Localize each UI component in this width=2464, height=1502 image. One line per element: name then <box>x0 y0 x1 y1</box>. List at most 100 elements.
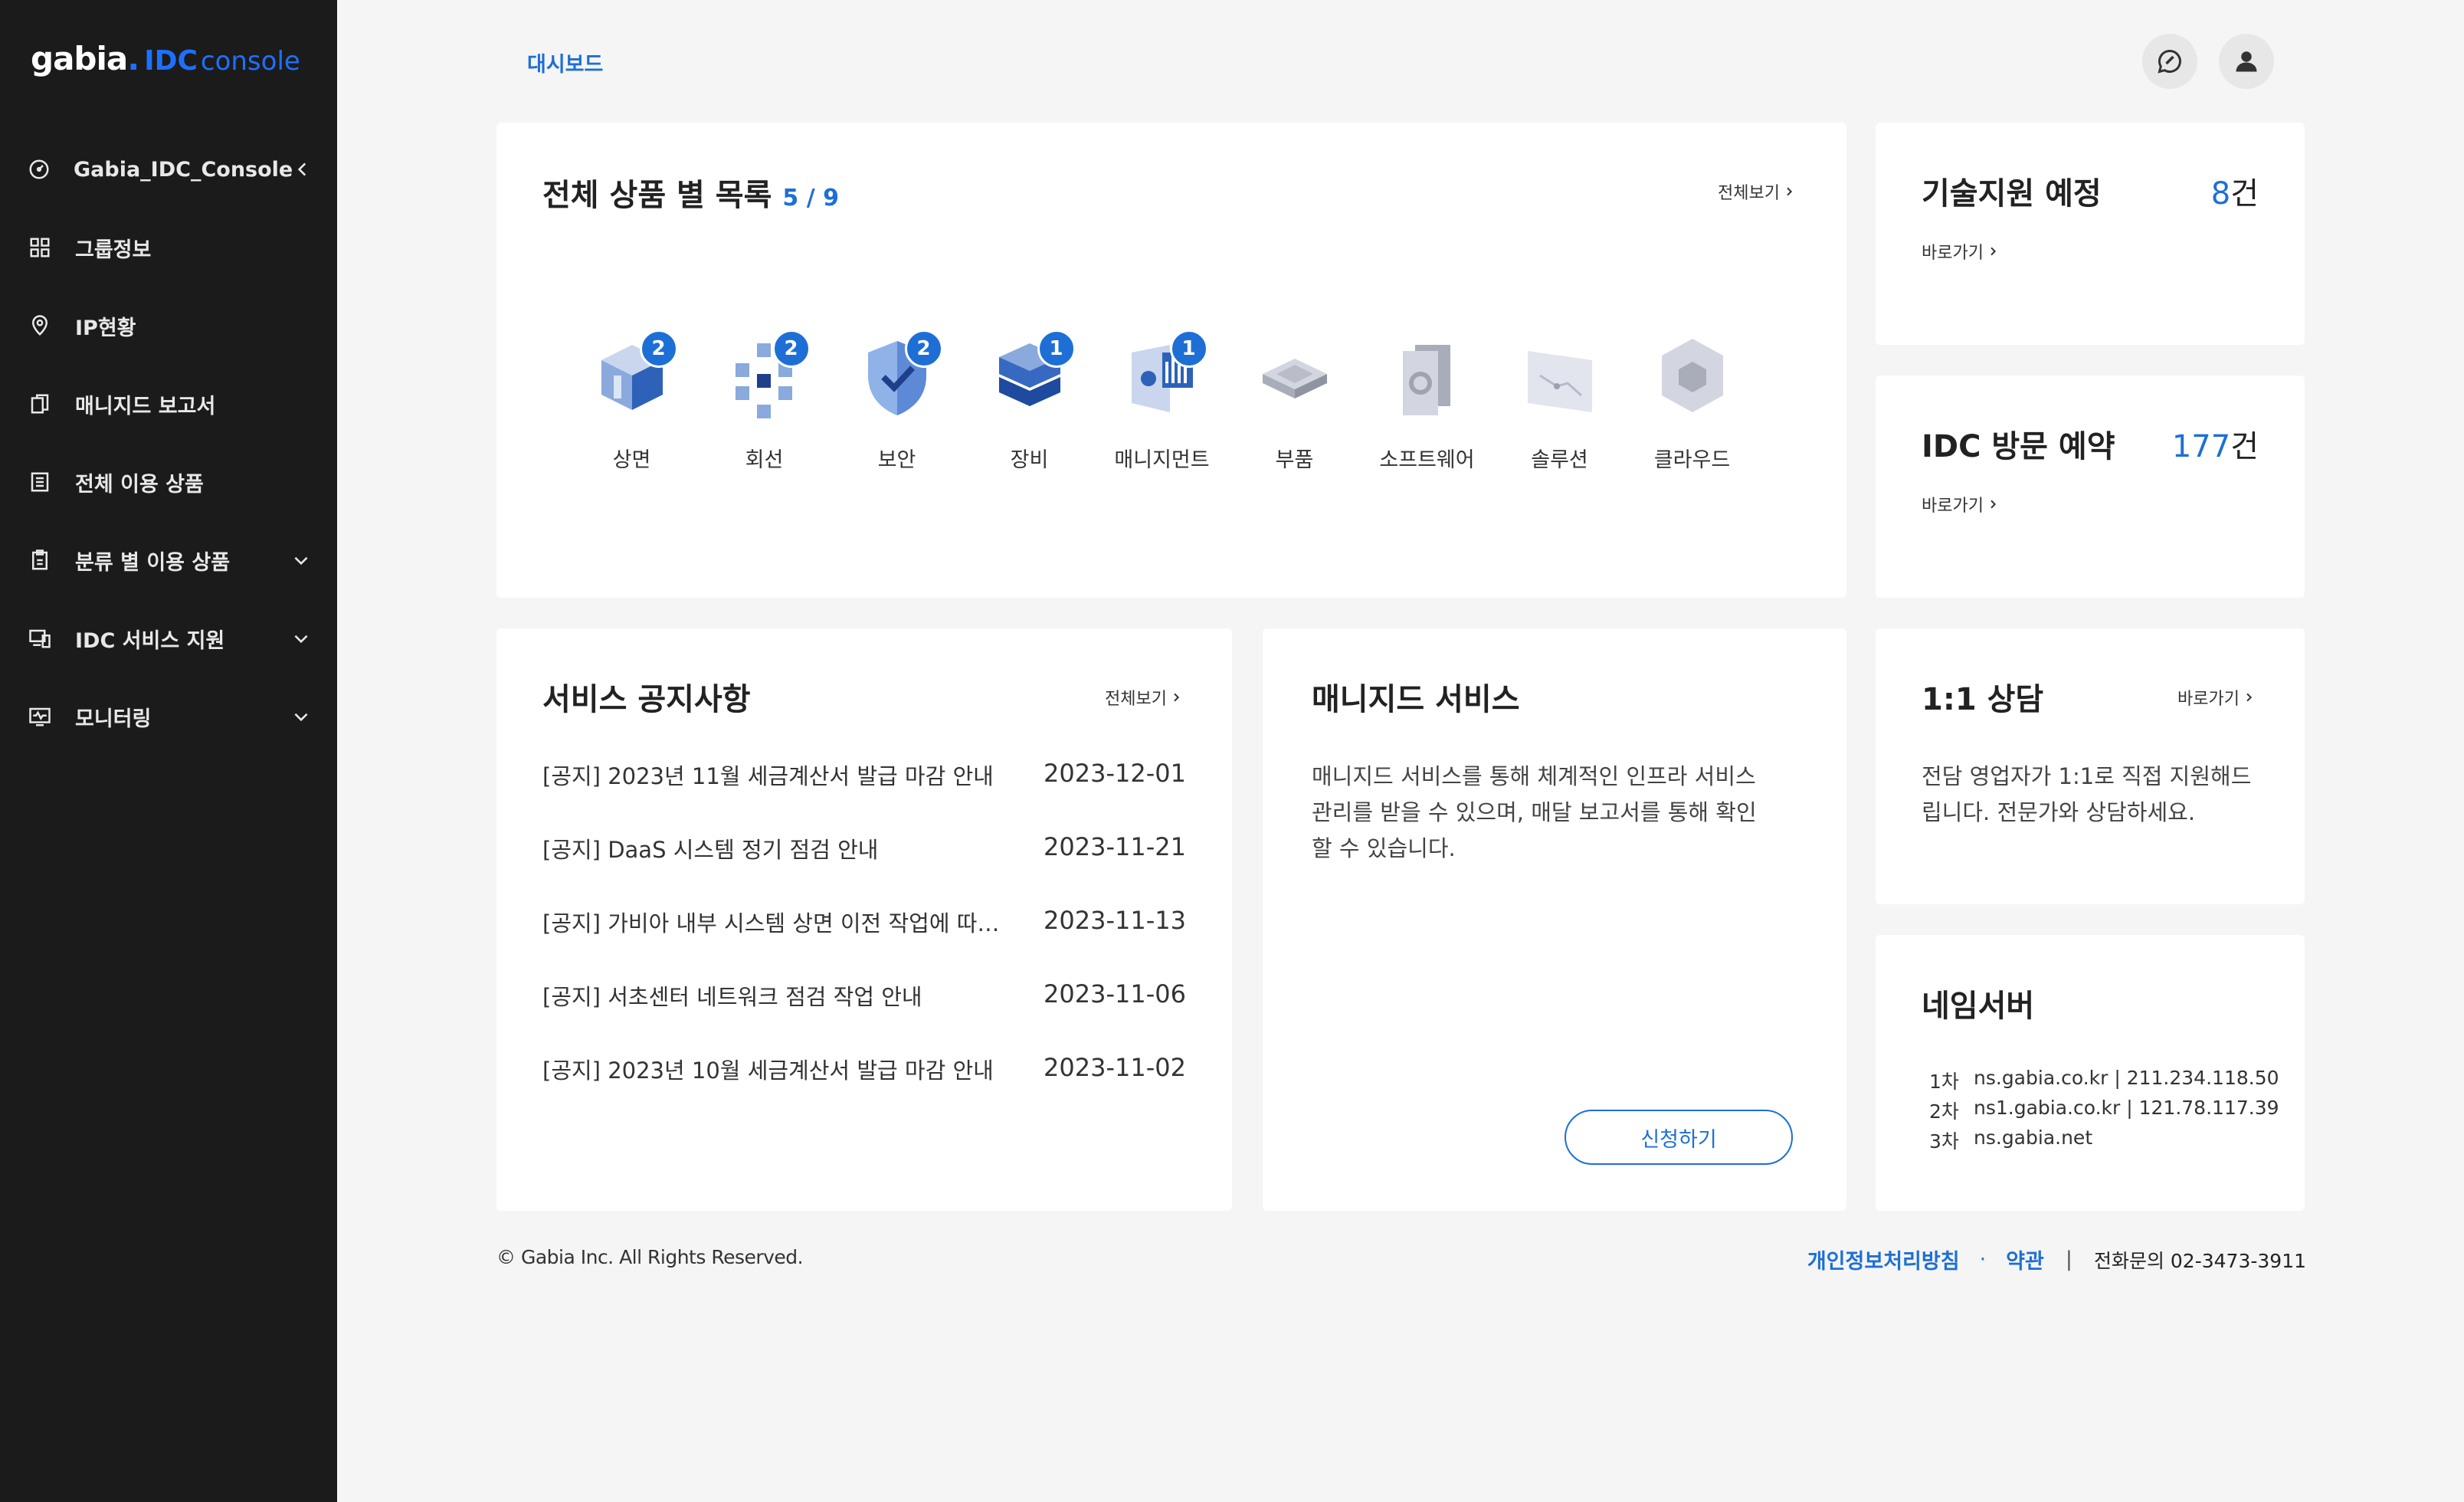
sidebar-item-category-products[interactable]: 분류 별 이용 상품 <box>0 521 337 599</box>
notice-row[interactable]: [공지] DaaS 시스템 정기 점검 안내 2023-11-21 <box>542 832 1186 906</box>
parts-chip-icon <box>1249 330 1341 421</box>
notice-row[interactable]: [공지] 서초센터 네트워크 점검 작업 안내 2023-11-06 <box>542 979 1186 1053</box>
clipboard-icon <box>28 548 52 572</box>
tech-support-title: 기술지원 예정 <box>1922 176 2102 212</box>
idc-visit-go-link[interactable]: 바로가기 <box>1922 492 1999 517</box>
product-item-management[interactable]: 1 매니지먼트 <box>1096 330 1228 473</box>
products-count: 5 / 9 <box>782 185 839 212</box>
chevron-right-icon <box>2246 693 2253 702</box>
product-count-badge: 1 <box>1037 330 1076 368</box>
chevron-right-icon <box>1991 247 1997 256</box>
notice-row[interactable]: [공지] 가비아 내부 시스템 상면 이전 작업에 따른 서비스 일시 중단 안… <box>542 906 1186 979</box>
nameserver-value: ns.gabia.co.kr | 211.234.118.50 <box>1974 1067 2279 1089</box>
nameserver-row: 1차 ns.gabia.co.kr | 211.234.118.50 <box>1929 1067 2279 1097</box>
product-item-software[interactable]: 소프트웨어 <box>1361 330 1493 473</box>
product-item-parts[interactable]: 부품 <box>1228 330 1361 473</box>
gabia-idc-console-logo[interactable]: gabia. IDC console <box>31 40 300 83</box>
product-label: 장비 <box>1010 448 1049 472</box>
chevron-right-icon <box>1991 500 1997 509</box>
product-label: 매니지먼트 <box>1114 448 1210 472</box>
chevron-down-icon[interactable] <box>291 550 311 570</box>
idc-visit-title: IDC 방문 예약 <box>1922 429 2115 464</box>
notice-row[interactable]: [공지] 2023년 10월 세금계산서 발급 마감 안내 2023-11-02 <box>542 1053 1186 1126</box>
product-item-colocation[interactable]: 2 상면 <box>565 330 698 473</box>
idc-visit-count: 177건 <box>2172 421 2259 466</box>
sidebar-item-managed-report[interactable]: 매니지드 보고서 <box>0 365 337 443</box>
idc-visit-unit: 건 <box>2230 429 2259 464</box>
product-item-security[interactable]: 2 보안 <box>831 330 963 473</box>
products-view-all-link[interactable]: 전체보기 <box>1718 179 1795 204</box>
sidebar-item-label: IDC 서비스 지원 <box>75 628 225 653</box>
product-label: 보안 <box>877 448 916 472</box>
sidebar-item-label: IP현황 <box>75 316 136 340</box>
consult-go-link[interactable]: 바로가기 <box>2177 685 2255 710</box>
nameserver-value: ns1.gabia.co.kr | 121.78.117.39 <box>1974 1097 2279 1119</box>
go-link-label: 바로가기 <box>1922 244 1984 263</box>
sidebar-item-group-info[interactable]: 그룹정보 <box>0 208 337 287</box>
nameserver-value: ns.gabia.net <box>1974 1126 2093 1149</box>
sidebar-nav: Gabia_IDC_Console 그룹정보 IP현황 매니지드 보고서 전체 … <box>0 130 337 756</box>
sidebar-item-ip-status[interactable]: IP현황 <box>0 287 337 365</box>
description-line: 전담 영업자가 1:1로 직접 지원해드 <box>1922 763 2252 789</box>
product-count-badge: 2 <box>639 330 678 368</box>
consult-title: 1:1 상담 <box>1922 682 2044 717</box>
nameserver-card: 네임서버 1차 ns.gabia.co.kr | 211.234.118.50 … <box>1876 935 2305 1211</box>
page-title[interactable]: 대시보드 <box>527 48 603 77</box>
footer-links: 개인정보처리방침 · 약관 | 전화문의 02-3473-3911 <box>1807 1245 2306 1274</box>
terms-link[interactable]: 약관 <box>2006 1245 2044 1274</box>
chevron-left-icon[interactable] <box>293 159 313 179</box>
notice-row[interactable]: [공지] 2023년 11월 세금계산서 발급 마감 안내 2023-12-01 <box>542 759 1186 832</box>
idc-visit-card: IDC 방문 예약 177건 바로가기 <box>1876 376 2305 598</box>
software-gear-icon <box>1381 330 1473 421</box>
sidebar-item-idc-support[interactable]: IDC 서비스 지원 <box>0 599 337 677</box>
sidebar-item-monitoring[interactable]: 모니터링 <box>0 677 337 756</box>
product-label: 부품 <box>1275 448 1314 472</box>
managed-service-description: 매니지드 서비스를 통해 체계적인 인프라 서비스 관리를 받을 수 있으며, … <box>1312 759 1757 867</box>
chevron-down-icon[interactable] <box>291 628 311 648</box>
notice-date: 2023-11-02 <box>1044 1053 1186 1082</box>
sidebar-item-label: 모니터링 <box>75 707 152 731</box>
notice-title[interactable]: [공지] 서초센터 네트워크 점검 작업 안내 <box>542 979 1002 1012</box>
feedback-chat-icon[interactable] <box>2142 34 2197 89</box>
notices-card: 서비스 공지사항 전체보기 [공지] 2023년 11월 세금계산서 발급 마감… <box>496 628 1232 1211</box>
report-copy-icon <box>28 392 52 416</box>
monitor-pulse-icon <box>28 704 52 729</box>
product-label: 솔루션 <box>1531 448 1588 472</box>
chevron-down-icon[interactable] <box>291 707 311 726</box>
sidebar: gabia. IDC console Gabia_IDC_Console 그룹정… <box>0 0 337 1502</box>
logo-dot: . <box>127 40 140 77</box>
notices-view-all-link[interactable]: 전체보기 <box>1105 685 1182 710</box>
sidebar-item-label: 전체 이용 상품 <box>75 472 204 497</box>
product-item-solution[interactable]: 솔루션 <box>1493 330 1626 473</box>
phone-contact: 전화문의 02-3473-3911 <box>2093 1249 2306 1272</box>
go-link-label: 바로가기 <box>2177 690 2240 709</box>
product-list: 2 상면 2 회선 2 보안 1 장비 1 매니지먼트 부품 소프트웨어 솔루션… <box>565 330 1758 473</box>
notice-title[interactable]: [공지] DaaS 시스템 정기 점검 안내 <box>542 832 1002 864</box>
cloud-cube-icon <box>1646 330 1738 421</box>
products-card: 전체 상품 별 목록 5 / 9 전체보기 2 상면 2 회선 2 보안 1 장… <box>496 123 1846 598</box>
consult-card: 1:1 상담 바로가기 전담 영업자가 1:1로 직접 지원해드 립니다. 전문… <box>1876 628 2305 904</box>
product-item-cloud[interactable]: 클라우드 <box>1626 330 1758 473</box>
product-item-equipment[interactable]: 1 장비 <box>963 330 1096 473</box>
dashboard-gauge-icon <box>28 157 51 182</box>
chevron-right-icon <box>1174 693 1180 702</box>
sidebar-item-all-products[interactable]: 전체 이용 상품 <box>0 443 337 521</box>
tech-support-go-link[interactable]: 바로가기 <box>1922 239 1999 264</box>
solution-graph-icon <box>1514 330 1606 421</box>
product-label: 소프트웨어 <box>1379 448 1475 472</box>
product-label: 회선 <box>745 448 784 472</box>
logo-idc: IDC <box>144 45 198 77</box>
product-item-network[interactable]: 2 회선 <box>698 330 831 473</box>
apply-button[interactable]: 신청하기 <box>1565 1110 1793 1165</box>
sidebar-item-gabia-idc-console[interactable]: Gabia_IDC_Console <box>0 130 337 208</box>
description-line: 관리를 받을 수 있으며, 매달 보고서를 통해 확인 <box>1312 799 1757 825</box>
description-line: 할 수 있습니다. <box>1312 835 1456 861</box>
user-profile-icon[interactable] <box>2219 34 2274 89</box>
notice-title[interactable]: [공지] 가비아 내부 시스템 상면 이전 작업에 따른 서비스 일시 중단 안… <box>542 906 1002 938</box>
footer-separator-dot: · <box>1979 1248 1987 1271</box>
nameserver-list: 1차 ns.gabia.co.kr | 211.234.118.50 2차 ns… <box>1929 1067 2279 1156</box>
view-all-label: 전체보기 <box>1105 690 1167 709</box>
notice-title[interactable]: [공지] 2023년 11월 세금계산서 발급 마감 안내 <box>542 759 1002 791</box>
notice-title[interactable]: [공지] 2023년 10월 세금계산서 발급 마감 안내 <box>542 1053 1002 1085</box>
privacy-policy-link[interactable]: 개인정보처리방침 <box>1807 1245 1960 1274</box>
